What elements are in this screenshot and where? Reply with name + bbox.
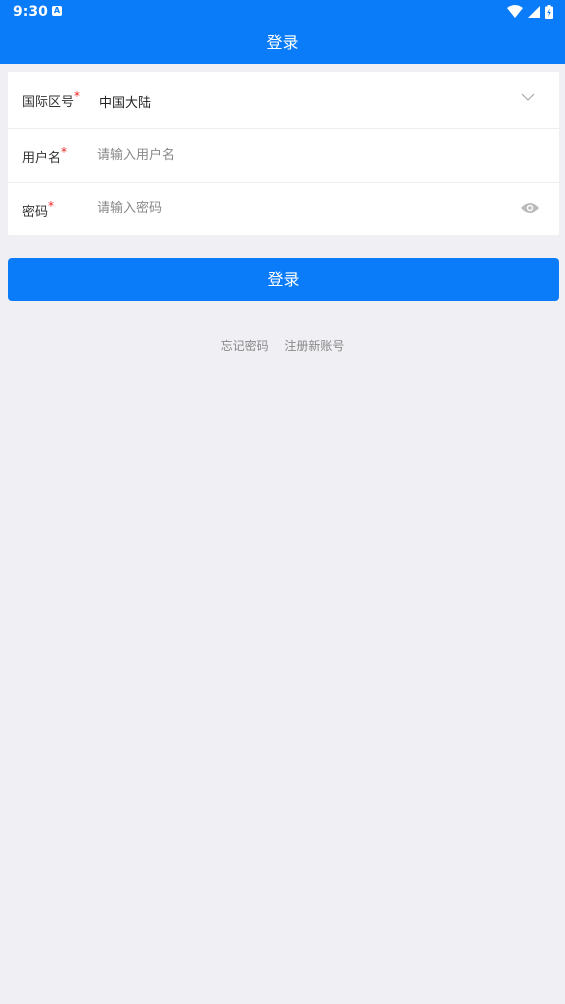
- page-title: 登录: [266, 33, 299, 52]
- status-bar: 9:30 A: [0, 0, 565, 24]
- chevron-down-icon[interactable]: [520, 92, 536, 102]
- register-link[interactable]: 注册新账号: [284, 339, 344, 353]
- password-input[interactable]: [94, 196, 500, 220]
- forgot-password-link[interactable]: 忘记密码: [221, 339, 269, 353]
- login-form: 国际区号* 中国大陆 用户名* 密码*: [8, 72, 559, 235]
- header-bar: 登录: [0, 24, 565, 64]
- username-row: 用户名*: [8, 129, 559, 183]
- status-time: 9:30: [13, 4, 48, 20]
- login-button[interactable]: 登录: [8, 258, 559, 301]
- username-input[interactable]: [94, 143, 500, 167]
- password-label: 密码*: [22, 199, 55, 220]
- battery-icon: [545, 5, 553, 19]
- wifi-icon: [507, 5, 523, 18]
- auth-links: 忘记密码 注册新账号: [0, 337, 565, 354]
- password-row: 密码*: [8, 183, 559, 235]
- status-icons: [507, 4, 553, 20]
- required-mark: *: [48, 199, 55, 213]
- username-label: 用户名*: [22, 145, 68, 166]
- eye-icon[interactable]: [520, 201, 540, 215]
- region-value: 中国大陆: [99, 96, 152, 111]
- required-mark: *: [61, 145, 68, 159]
- region-label: 国际区号*: [22, 89, 81, 110]
- required-mark: *: [74, 89, 81, 103]
- a-icon: A: [52, 6, 62, 16]
- signal-icon: [528, 6, 540, 18]
- region-selector[interactable]: 国际区号* 中国大陆: [8, 72, 559, 129]
